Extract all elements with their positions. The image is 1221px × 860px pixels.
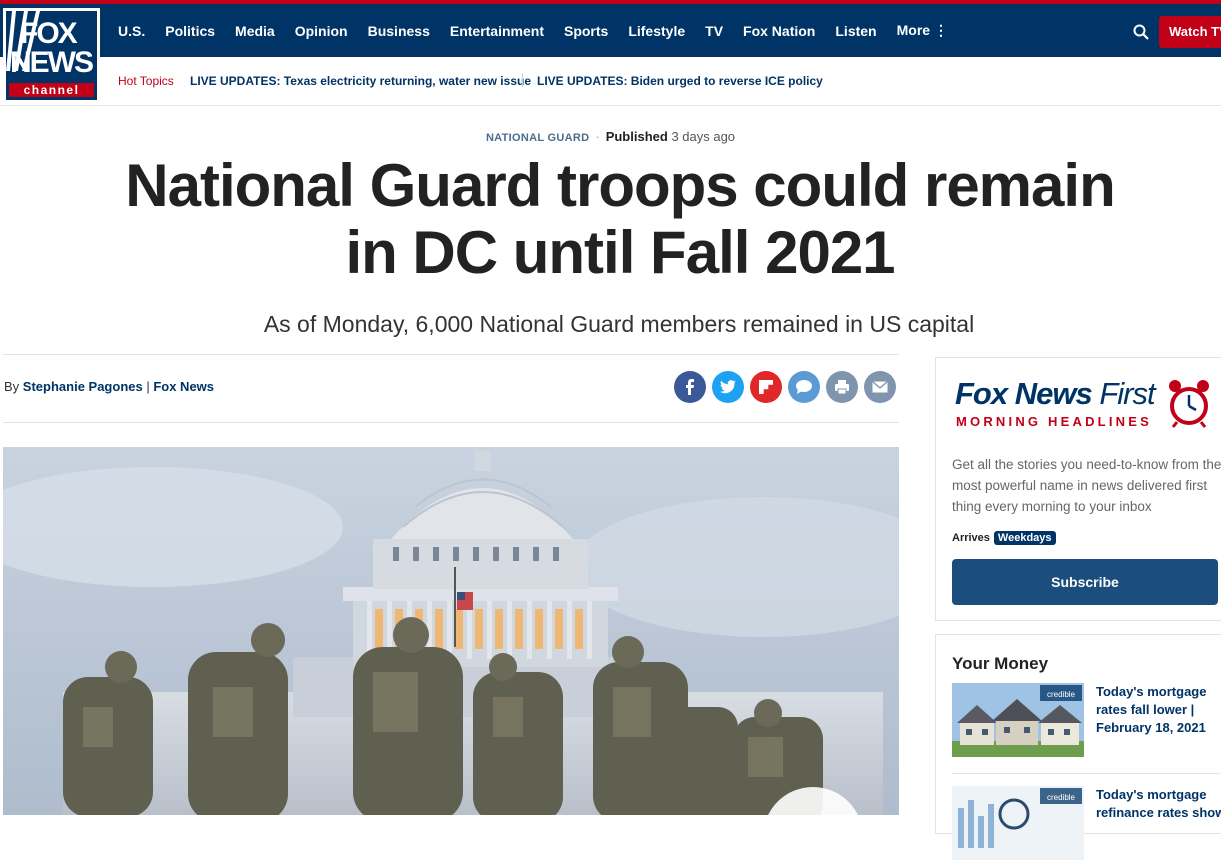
nav-item-us[interactable]: U.S. bbox=[118, 23, 145, 39]
hot-topics-bar: Hot Topics LIVE UPDATES: Texas electrici… bbox=[0, 57, 1221, 106]
nav-item-more[interactable]: More ⋮ bbox=[897, 22, 948, 39]
nav-item-sports[interactable]: Sports bbox=[564, 23, 608, 39]
main-nav: U.S. Politics Media Opinion Business Ent… bbox=[118, 4, 968, 57]
search-icon[interactable] bbox=[1133, 24, 1149, 40]
hot-topics-label: Hot Topics bbox=[118, 74, 174, 88]
nav-item-tv[interactable]: TV bbox=[705, 23, 723, 39]
nav-item-politics[interactable]: Politics bbox=[165, 23, 215, 39]
share-buttons bbox=[674, 371, 902, 403]
newsletter-description: Get all the stories you need-to-know fro… bbox=[952, 457, 1221, 514]
top-navigation-bar: U.S. Politics Media Opinion Business Ent… bbox=[0, 0, 1221, 57]
capitol-troops-photo bbox=[3, 447, 899, 815]
your-money-widget: Your Money credible Today's mortgage rat… bbox=[935, 634, 1221, 860]
newsletter-frequency: Arrives Weekdays bbox=[952, 531, 1056, 545]
flipboard-icon[interactable] bbox=[750, 371, 782, 403]
newsletter-title-light: First bbox=[1099, 376, 1155, 411]
nav-item-opinion[interactable]: Opinion bbox=[295, 23, 348, 39]
divider bbox=[3, 422, 899, 423]
author-link[interactable]: Stephanie Pagones bbox=[23, 379, 143, 394]
logo-text-news: NEWS bbox=[10, 46, 94, 79]
nav-item-media[interactable]: Media bbox=[235, 23, 275, 39]
story-title-link[interactable]: Today's mortgage rates fall lower | Febr… bbox=[1096, 683, 1221, 737]
hot-topic-link[interactable]: LIVE UPDATES: Biden urged to reverse ICE… bbox=[537, 74, 823, 88]
newsletter-subtitle: MORNING HEADLINES bbox=[956, 414, 1152, 429]
article-hero-image[interactable] bbox=[3, 447, 899, 815]
frequency-badge: Weekdays bbox=[993, 531, 1056, 545]
facebook-icon[interactable] bbox=[674, 371, 706, 403]
article-subheadline: As of Monday, 6,000 National Guard membe… bbox=[263, 311, 975, 337]
nav-item-listen[interactable]: Listen bbox=[835, 23, 876, 39]
divider bbox=[952, 773, 1220, 774]
watch-tv-button[interactable]: Watch TV bbox=[1159, 16, 1221, 48]
email-icon[interactable] bbox=[864, 371, 896, 403]
fox-news-logo[interactable]: FOX NEWS channel bbox=[3, 8, 100, 103]
newsletter-signup-card: Fox News First MORNING HEADLINES Get all… bbox=[935, 357, 1221, 621]
sponsor-label: credible bbox=[1047, 793, 1076, 802]
story-title-link[interactable]: Today's mortgage refinance rates show bbox=[1096, 786, 1221, 822]
alarm-clock-icon bbox=[1169, 380, 1209, 428]
story-thumbnail[interactable]: credible bbox=[952, 786, 1084, 860]
byline: By Stephanie Pagones | Fox News bbox=[4, 379, 215, 394]
comment-icon[interactable] bbox=[788, 371, 820, 403]
published-label: Published bbox=[605, 129, 668, 144]
print-icon[interactable] bbox=[826, 371, 858, 403]
hot-topic-link[interactable]: LIVE UPDATES: Texas electricity returnin… bbox=[190, 74, 531, 88]
article-meta: NATIONAL GUARD · Published 3 days ago bbox=[0, 129, 1221, 144]
outlet-link[interactable]: Fox News bbox=[153, 379, 214, 394]
nav-item-entertainment[interactable]: Entertainment bbox=[450, 23, 544, 39]
divider bbox=[3, 354, 899, 355]
article-category[interactable]: NATIONAL GUARD bbox=[486, 132, 589, 144]
story-thumbnail[interactable]: credible bbox=[952, 683, 1084, 757]
nav-item-business[interactable]: Business bbox=[368, 23, 430, 39]
newsletter-title-bold: Fox News bbox=[955, 376, 1093, 411]
newsletter-title: Fox News First bbox=[955, 376, 1156, 412]
logo-text-fox: FOX bbox=[20, 17, 78, 50]
arrives-label: Arrives bbox=[952, 532, 990, 544]
your-money-heading: Your Money bbox=[952, 654, 1049, 673]
byline-prefix: By bbox=[4, 379, 20, 394]
hot-topic-divider bbox=[522, 73, 523, 87]
twitter-icon[interactable] bbox=[712, 371, 744, 403]
meta-separator: · bbox=[595, 129, 600, 144]
logo-text-channel: channel bbox=[9, 83, 94, 97]
nav-item-fox-nation[interactable]: Fox Nation bbox=[743, 23, 815, 39]
subscribe-button[interactable]: Subscribe bbox=[952, 559, 1218, 605]
nav-item-lifestyle[interactable]: Lifestyle bbox=[628, 23, 685, 39]
published-time: 3 days ago bbox=[671, 129, 736, 144]
article-headline: National Guard troops could remain in DC… bbox=[125, 152, 1115, 286]
sponsor-label: credible bbox=[1047, 690, 1076, 699]
